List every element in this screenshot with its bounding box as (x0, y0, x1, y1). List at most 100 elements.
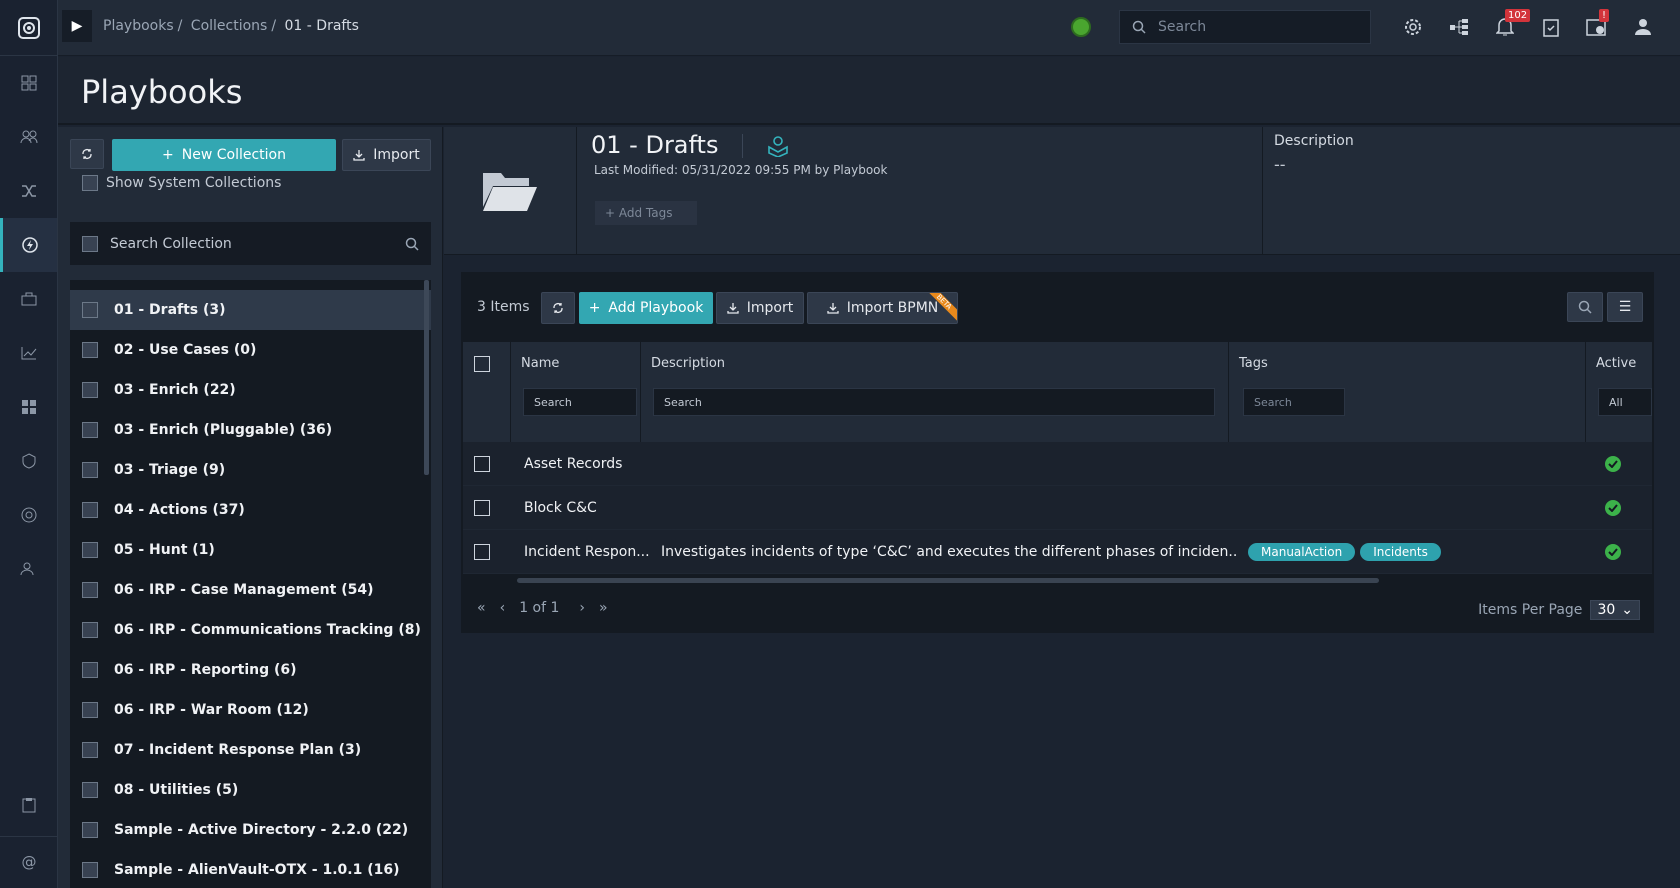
nav-clipboard[interactable] (0, 780, 58, 830)
collection-checkbox[interactable] (82, 342, 98, 358)
select-all-collections-checkbox[interactable] (82, 235, 98, 252)
collection-item[interactable]: 03 - Enrich (Pluggable) (36) (70, 410, 431, 450)
add-playbook-button[interactable]: + Add Playbook (579, 292, 713, 324)
first-page-icon[interactable]: « (477, 600, 486, 616)
nav-settings-wheel[interactable] (0, 488, 57, 542)
grid-horizontal-scrollbar[interactable] (517, 578, 1379, 583)
nav-people[interactable] (0, 110, 57, 164)
collection-checkbox[interactable] (82, 502, 98, 518)
collection-checkbox[interactable] (82, 662, 98, 678)
global-search[interactable] (1119, 10, 1371, 44)
collection-checkbox[interactable] (82, 862, 98, 878)
settings-button[interactable] (1401, 14, 1425, 40)
collection-checkbox[interactable] (82, 582, 98, 598)
collection-checkbox[interactable] (82, 702, 98, 718)
collection-checkbox[interactable] (82, 822, 98, 838)
collection-item[interactable]: 01 - Drafts (3) (70, 290, 431, 330)
breadcrumb-item-playbooks[interactable]: Playbooks (103, 18, 174, 34)
search-icon[interactable] (405, 237, 419, 251)
tag-badge[interactable]: Incidents (1360, 542, 1441, 561)
import-playbook-button[interactable]: Import (716, 292, 804, 324)
global-search-input[interactable] (1158, 19, 1358, 35)
column-tags[interactable]: Tags Search (1229, 342, 1586, 442)
nav-users[interactable] (0, 542, 57, 596)
breadcrumb-item-collections[interactable]: Collections (191, 18, 268, 34)
row-checkbox[interactable] (474, 543, 490, 560)
import-bpmn-button[interactable]: Import BPMN BETA (807, 292, 958, 324)
collection-item[interactable]: 07 - Incident Response Plan (3) (70, 730, 431, 770)
download-icon (827, 303, 839, 314)
collection-item[interactable]: 04 - Actions (37) (70, 490, 431, 530)
column-active[interactable]: Active All (1586, 342, 1652, 442)
add-tags-button[interactable]: + Add Tags (595, 201, 697, 225)
system-alerts-button[interactable]: ! (1585, 9, 1610, 40)
refresh-collections-button[interactable] (70, 139, 104, 169)
table-row[interactable]: Block C&C (463, 486, 1652, 530)
tasks-button[interactable] (1539, 14, 1563, 40)
playbook-name[interactable]: Block C&C (524, 500, 597, 516)
filter-active-select[interactable]: All (1598, 388, 1652, 416)
collection-checkbox[interactable] (82, 462, 98, 478)
nav-playbooks[interactable] (0, 218, 57, 272)
app-logo[interactable] (0, 0, 57, 56)
collection-item[interactable]: 06 - IRP - War Room (12) (70, 690, 431, 730)
collection-checkbox[interactable] (82, 622, 98, 638)
playbook-name[interactable]: Asset Records (524, 456, 622, 472)
tag-badge[interactable]: ManualAction (1248, 542, 1356, 561)
collection-item[interactable]: 03 - Enrich (22) (70, 370, 431, 410)
last-page-icon[interactable]: » (599, 600, 608, 616)
collection-search-input[interactable] (110, 235, 390, 252)
playbook-name[interactable]: Incident Respon... (524, 544, 650, 560)
collection-item[interactable]: 06 - IRP - Reporting (6) (70, 650, 431, 690)
filter-description-input[interactable]: Search (653, 388, 1215, 416)
collection-item[interactable]: 08 - Utilities (5) (70, 770, 431, 810)
nav-analytics[interactable] (0, 326, 57, 380)
collection-item[interactable]: 05 - Hunt (1) (70, 530, 431, 570)
collection-item[interactable]: 06 - IRP - Case Management (54) (70, 570, 431, 610)
column-description[interactable]: Description Search (641, 342, 1229, 442)
nav-dashboard[interactable] (0, 56, 57, 110)
items-per-page-select[interactable]: 30 ⌄ (1590, 600, 1640, 620)
collection-checkbox[interactable] (82, 742, 98, 758)
nav-shuffle[interactable] (0, 164, 57, 218)
nav-at[interactable]: @ (0, 836, 58, 886)
show-system-collections[interactable]: Show System Collections (82, 175, 281, 191)
new-collection-button[interactable]: + New Collection (112, 139, 336, 171)
table-row[interactable]: Incident Respon... Investigates incidents… (463, 530, 1652, 574)
user-menu-button[interactable] (1631, 14, 1655, 40)
column-menu-button[interactable]: ☰ (1607, 292, 1643, 322)
collection-checkbox[interactable] (82, 422, 98, 438)
prev-page-icon[interactable]: ‹ (500, 600, 506, 616)
select-all-playbooks-checkbox[interactable] (474, 356, 490, 372)
nav-shield[interactable] (0, 434, 57, 488)
status-indicator-icon[interactable] (1071, 17, 1091, 37)
filter-name-input[interactable]: Search (523, 388, 637, 416)
import-collection-button[interactable]: Import (342, 139, 431, 171)
description-value[interactable]: -- (1274, 155, 1286, 174)
collection-checkbox[interactable] (82, 382, 98, 398)
refresh-grid-button[interactable] (541, 292, 575, 324)
collection-list-scrollbar[interactable] (424, 280, 429, 475)
export-icon[interactable] (767, 135, 789, 158)
table-row[interactable]: Asset Records (463, 442, 1652, 486)
next-page-icon[interactable]: › (579, 600, 585, 616)
collection-item[interactable]: Sample - Active Directory - 2.2.0 (22) (70, 810, 431, 850)
collection-checkbox[interactable] (82, 782, 98, 798)
notifications-button[interactable]: 102 (1493, 9, 1531, 40)
collection-checkbox[interactable] (82, 542, 98, 558)
sidebar-toggle-button[interactable]: ▶ (62, 10, 92, 42)
hierarchy-button[interactable] (1447, 14, 1471, 40)
collection-item[interactable]: Sample - AlienVault-OTX - 1.0.1 (16) (70, 850, 431, 888)
column-name[interactable]: Name Search (511, 342, 641, 442)
collection-item[interactable]: 02 - Use Cases (0) (70, 330, 431, 370)
show-system-checkbox[interactable] (82, 175, 98, 191)
nav-briefcase[interactable] (0, 272, 57, 326)
nav-apps[interactable] (0, 380, 57, 434)
collection-item[interactable]: 03 - Triage (9) (70, 450, 431, 490)
filter-tags-input[interactable]: Search (1243, 388, 1345, 416)
row-checkbox[interactable] (474, 499, 490, 516)
collection-checkbox[interactable] (82, 302, 98, 318)
grid-search-button[interactable] (1567, 292, 1603, 322)
collection-item[interactable]: 06 - IRP - Communications Tracking (8) (70, 610, 431, 650)
row-checkbox[interactable] (474, 455, 490, 472)
